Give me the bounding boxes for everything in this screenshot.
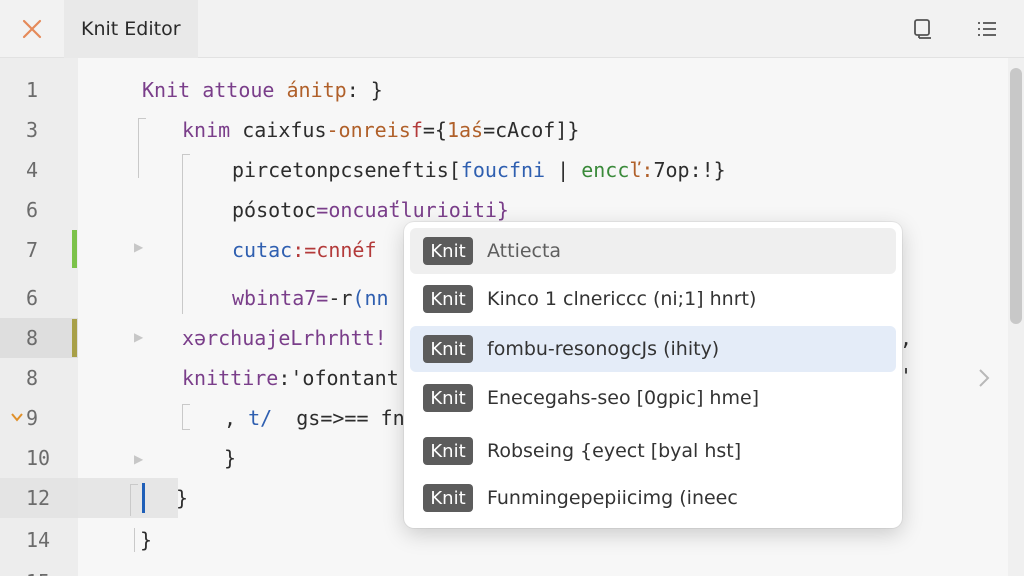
- suggestion-item[interactable]: Knit Funmingepepiicimg (ineec: [410, 475, 896, 521]
- tab-title: Knit Editor: [81, 18, 181, 40]
- suggestion-item[interactable]: Knit Enecegahs-seo [0gpic] hme]: [410, 375, 896, 421]
- current-line-highlight: [78, 478, 178, 518]
- close-tab-button[interactable]: [0, 0, 64, 58]
- line-number: 3: [26, 118, 39, 142]
- indent-guide: [182, 404, 190, 405]
- list-icon: [978, 22, 996, 36]
- code-line: knim caixfus-onreisf={1aś=cAcof]}: [182, 118, 580, 142]
- line-number: 10: [26, 446, 51, 470]
- suggestion-item[interactable]: Knit Robseing {eyect [byal hst]: [410, 428, 896, 474]
- suggestion-kind-badge: Knit: [423, 384, 473, 412]
- indent-guide: [182, 154, 190, 155]
- code-line: wbinta7=-r(nn: [232, 286, 389, 310]
- suggestion-kind-badge: Knit: [423, 237, 473, 265]
- indent-guide: [130, 484, 138, 485]
- code-line: Knit attoue ánitp: }: [142, 78, 383, 102]
- chevron-right-icon[interactable]: [972, 366, 996, 390]
- suggestion-item[interactable]: Knit Kinco 1 clnericcc (ni;1] hnrt): [410, 276, 896, 322]
- fold-chevron-icon[interactable]: [10, 410, 24, 424]
- fold-arrow-icon[interactable]: ▶: [134, 240, 143, 254]
- suggestion-label: Funmingepepiicimg (ineec: [487, 487, 738, 509]
- suggestion-item-selected[interactable]: Knit fombu-resonogcJs (ihity): [410, 326, 896, 372]
- suggestion-label: Robseing {eyect [byal hst]: [487, 440, 742, 462]
- suggestion-label: Enecegahs-seo [0gpic] hme]: [487, 387, 760, 409]
- autocomplete-popup: Knit Attiecta Knit Kinco 1 clnericcc (ni…: [404, 222, 902, 528]
- scrollbar-thumb[interactable]: [1010, 68, 1022, 324]
- line-number: 4: [26, 158, 39, 182]
- toggle-panel-button[interactable]: [908, 14, 938, 44]
- indent-guide: [182, 154, 183, 314]
- code-line: cutac:=cnnéf: [232, 238, 377, 262]
- line-number: 12: [0, 478, 78, 518]
- suggestion-label: fombu-resonogcJs (ihity): [487, 338, 720, 360]
- line-number: 9: [0, 398, 78, 438]
- code-line: pircetonpcseneftis[foucfni | enccľ:7op:!…: [232, 158, 726, 182]
- indent-guide: [182, 404, 183, 430]
- indent-guide: [138, 118, 139, 178]
- line-number: 6: [26, 198, 39, 222]
- line-number: 1: [26, 78, 39, 102]
- indent-guide: [138, 118, 146, 119]
- editor-tab[interactable]: Knit Editor: [64, 0, 198, 58]
- line-number: 7: [26, 238, 39, 262]
- code-line: knittire:'ofontant: [182, 366, 399, 390]
- line-number: 8: [0, 318, 78, 358]
- suggestion-label: Kinco 1 clnericcc (ni;1] hnrt): [487, 288, 757, 310]
- suggestion-label: Attiecta: [487, 240, 562, 262]
- change-marker: [72, 319, 77, 357]
- close-icon: [22, 19, 42, 39]
- fold-arrow-icon[interactable]: ▶: [134, 330, 143, 344]
- line-number: 14: [26, 528, 51, 552]
- line-number: 8: [26, 366, 39, 390]
- panel-icon: [914, 19, 931, 39]
- text-cursor: [142, 483, 145, 513]
- suggestion-kind-badge: Knit: [423, 484, 473, 512]
- indent-guide: [130, 484, 131, 516]
- code-line: xərchuajeLrhrhtt!: [182, 326, 387, 350]
- code-line: }: [140, 528, 153, 552]
- line-number: 6: [26, 286, 39, 310]
- outline-button[interactable]: [972, 14, 1002, 44]
- suggestion-kind-badge: Knit: [423, 335, 473, 363]
- suggestion-kind-badge: Knit: [423, 285, 473, 313]
- suggestion-kind-badge: Knit: [423, 437, 473, 465]
- change-marker: [72, 230, 77, 268]
- indent-guide: [134, 528, 135, 552]
- indent-guide: [182, 429, 190, 430]
- code-line: , t/ gs=>== fnt: [224, 406, 417, 430]
- code-line: }: [176, 486, 189, 510]
- line-number: 15: [0, 562, 78, 576]
- line-number-gutter: 1 3 4 6 7 6 8 8 9 10 12 14 15: [0, 58, 78, 576]
- suggestion-item[interactable]: Knit Attiecta: [410, 228, 896, 274]
- title-bar: Knit Editor: [0, 0, 1024, 58]
- code-line: }: [224, 446, 237, 470]
- fold-arrow-icon[interactable]: ▶: [134, 452, 143, 466]
